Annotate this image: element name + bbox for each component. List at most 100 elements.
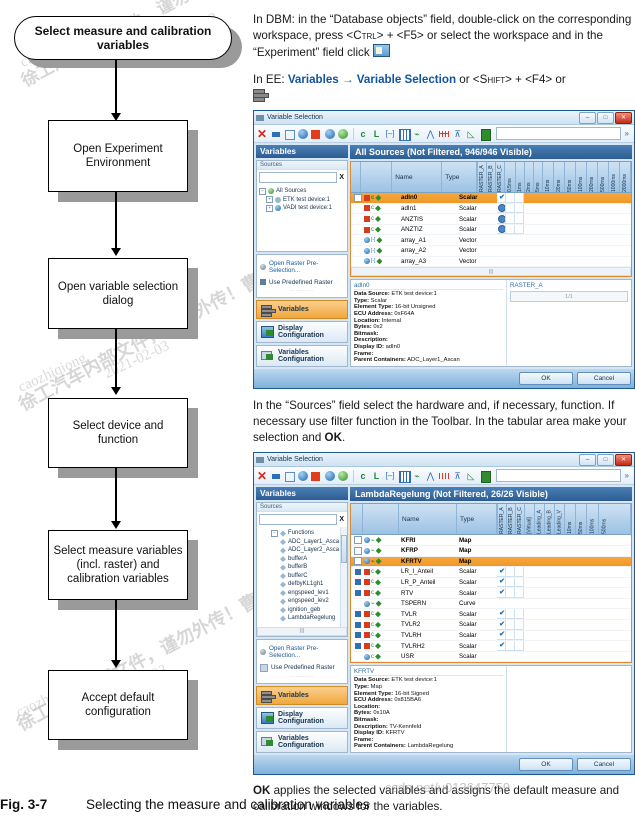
row-raster-c[interactable] [515, 193, 524, 203]
axis-icon[interactable]: ⊼ [452, 470, 464, 482]
grid-header-type[interactable]: Type [442, 162, 477, 193]
tree-item[interactable]: ADC_Layer1_Asca [259, 538, 345, 547]
window-menu-icon[interactable] [256, 456, 264, 463]
row-select-box[interactable] [351, 631, 363, 641]
table-row[interactable]: [-] array_A2 Vector [351, 246, 631, 257]
row-raster-b[interactable] [506, 203, 515, 214]
row-raster-c[interactable] [515, 588, 524, 598]
toolbar-overflow-chevron[interactable]: » [625, 471, 632, 480]
use-predefined-raster-row[interactable]: Use Predefined Raster [260, 279, 344, 286]
grid-header-raster-b[interactable]: RASTER_B [506, 504, 515, 535]
flow-node-open-variable-selection-dialog[interactable]: Open variable selection dialog [48, 258, 188, 329]
close-button[interactable]: ✕ [615, 454, 632, 467]
table-row[interactable]: c TVLRH2 Scalar ✔ [351, 641, 631, 652]
tree-item[interactable]: ADC_Layer2_Asca [259, 546, 345, 555]
flow-node-select-measure-variables[interactable]: Select measure variables (incl. raster) … [48, 530, 188, 600]
window-menu-icon[interactable] [256, 114, 264, 121]
row-select-box[interactable] [351, 620, 363, 630]
table-row[interactable]: ⌁ KFRP Map [351, 546, 631, 557]
grid-header-name[interactable]: Name [392, 162, 443, 193]
nav-variables[interactable]: Variables [256, 685, 348, 705]
value-block-icon[interactable]: ◺ [465, 128, 477, 140]
blue-square-icon[interactable] [270, 470, 282, 482]
variables-grid[interactable]: Name Type RASTER_A RASTER_B RASTER_C [Vi… [350, 503, 632, 664]
variable-selection-window-2[interactable]: Variable Selection – □ ✕ ✕ c L [–] ⌁ ⋀ ⊼… [253, 452, 635, 775]
cancel-button[interactable]: Cancel [577, 757, 631, 771]
grid-header-rate[interactable]: 100ms [575, 162, 586, 193]
row-select-box[interactable] [351, 609, 363, 619]
menu-variables[interactable]: Variables [288, 73, 339, 86]
grid-header-rate[interactable]: 10ms [542, 162, 553, 193]
map-icon[interactable]: ⋀ [425, 128, 437, 140]
curve-icon[interactable]: ⌁ [411, 128, 423, 140]
tree-item[interactable]: ignition_geb [259, 606, 345, 615]
row-raster-c[interactable] [515, 577, 524, 588]
row-select-box[interactable] [351, 235, 363, 245]
blue-sphere-icon[interactable] [297, 128, 309, 140]
minimize-button[interactable]: – [579, 454, 596, 467]
grid-header-rate[interactable]: 2ms [524, 162, 533, 193]
row-select-box[interactable] [351, 193, 363, 203]
table-row[interactable]: ⌁ KFRTV Map [351, 556, 631, 568]
row-raster-c[interactable] [515, 224, 524, 235]
grid-header-virtual[interactable]: [Virtual] [524, 504, 534, 535]
row-raster-a[interactable]: ✔ [497, 567, 506, 577]
empty-square-icon[interactable] [283, 470, 295, 482]
table-row[interactable]: ⌁ TSPERN Curve [351, 599, 631, 610]
row-raster-c[interactable] [515, 214, 524, 224]
scalar-c-icon[interactable]: c [357, 470, 369, 482]
close-button[interactable]: ✕ [615, 112, 632, 125]
row-raster-b[interactable] [506, 567, 515, 577]
grid-header-rate[interactable]: 5ms [533, 162, 542, 193]
row-raster-c[interactable] [515, 620, 524, 630]
row-raster-a[interactable]: ✔ [497, 193, 506, 203]
detail-raster-value[interactable]: 1/1 [510, 291, 628, 303]
flow-node-select-device-function[interactable]: Select device and function [48, 398, 188, 468]
row-raster-b[interactable] [506, 630, 515, 641]
row-select-box[interactable] [351, 588, 363, 598]
row-raster-a[interactable]: ✔ [497, 577, 506, 588]
value-block-icon[interactable]: ◺ [465, 470, 477, 482]
filter-input[interactable] [496, 469, 622, 483]
table-row[interactable]: c adIn0 Scalar ✔ [351, 193, 631, 204]
tree-item[interactable]: engspeed_lev1 [259, 589, 345, 598]
grid-header-type[interactable]: Type [457, 504, 497, 535]
row-raster-a[interactable] [497, 203, 506, 214]
open-raster-preselection-link[interactable]: Open Raster Pre-Selection... [269, 260, 344, 274]
grid-header-raster-a[interactable]: RASTER_A [497, 504, 506, 535]
row-raster-b[interactable] [506, 214, 515, 224]
tree-item[interactable]: bufferC [259, 572, 345, 581]
tree-item[interactable]: bufferB [259, 563, 345, 572]
array-icon[interactable]: [–] [384, 128, 396, 140]
row-select-box[interactable] [351, 652, 363, 662]
tree-item[interactable]: defbyKL1gh1 [259, 580, 345, 589]
use-predefined-raster-row[interactable]: Use Predefined Raster [260, 663, 344, 672]
raster-grid-icon[interactable] [438, 470, 450, 482]
row-select-box[interactable] [351, 557, 363, 567]
grid-horizontal-scrollbar[interactable]: ||| [351, 267, 631, 277]
nav-variables-configuration[interactable]: Variables Configuration [256, 730, 348, 753]
row-raster-a[interactable]: ✔ [497, 588, 506, 598]
table-row[interactable]: c LR_P_Anteil Scalar ✔ [351, 577, 631, 589]
grid-header-name[interactable]: Name [399, 504, 457, 535]
axis-icon[interactable]: ⊼ [452, 128, 464, 140]
ok-button[interactable]: OK [519, 757, 573, 771]
row-raster-c[interactable] [515, 641, 524, 651]
table-row[interactable]: c adIn1 Scalar [351, 203, 631, 215]
tree-item[interactable]: bufferA [259, 555, 345, 564]
tree-horizontal-scrollbar[interactable]: ||| [257, 626, 347, 636]
scalar-l-icon[interactable]: L [371, 470, 383, 482]
nav-display-configuration[interactable]: Display Configuration [256, 320, 348, 343]
row-raster-b[interactable] [506, 641, 515, 651]
row-raster-c[interactable] [515, 567, 524, 577]
sources-clear-button[interactable]: X [339, 516, 345, 523]
curve-sphere-icon[interactable] [324, 128, 336, 140]
red-square-icon[interactable] [310, 470, 322, 482]
grid-header-raster-b[interactable]: RASTER_B [486, 162, 495, 193]
sources-search-input[interactable] [259, 514, 338, 526]
open-raster-preselection-row[interactable]: Open Raster Pre-Selection... [260, 260, 344, 274]
filter-input[interactable] [496, 127, 622, 141]
blue-square-icon[interactable] [270, 128, 282, 140]
table-row[interactable]: c TVLRH Scalar ✔ [351, 630, 631, 642]
row-raster-b[interactable] [506, 193, 515, 203]
